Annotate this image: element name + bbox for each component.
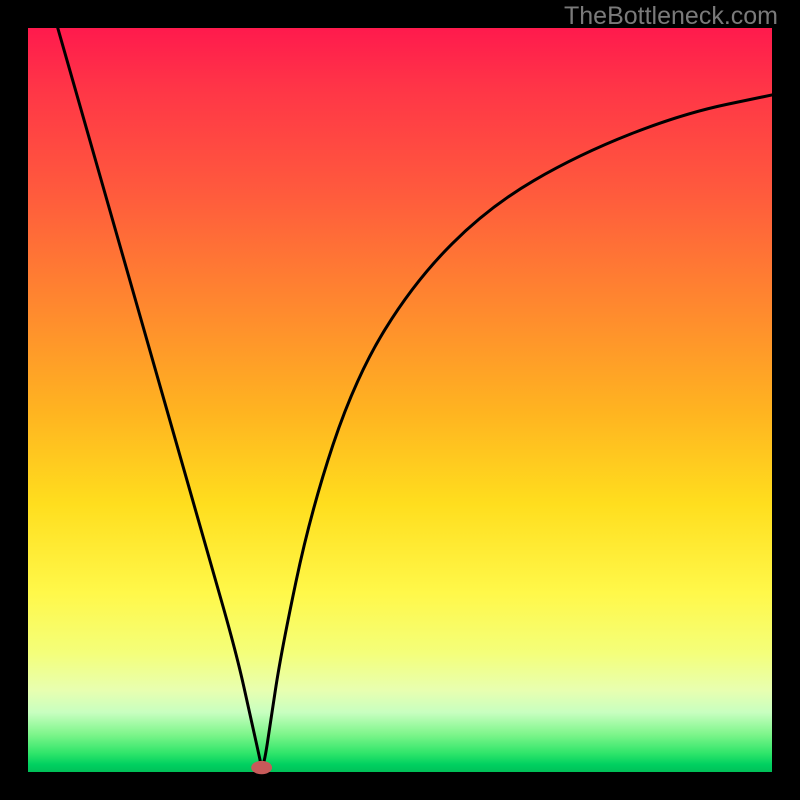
optimal-point-marker xyxy=(251,761,272,774)
chart-frame: TheBottleneck.com xyxy=(0,0,800,800)
bottleneck-curve xyxy=(58,28,772,765)
plot-area xyxy=(28,28,772,772)
chart-svg xyxy=(28,28,772,772)
watermark-text: TheBottleneck.com xyxy=(564,2,778,31)
